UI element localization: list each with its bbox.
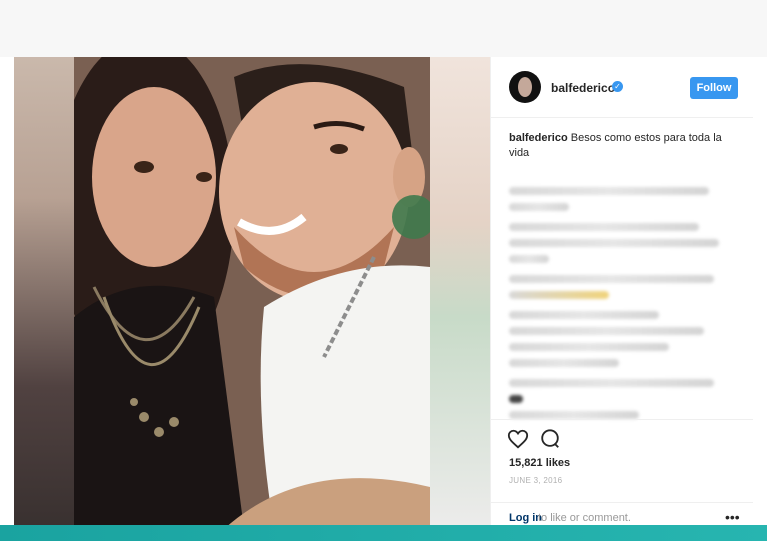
caption-username[interactable]: balfederico: [509, 132, 568, 144]
blurred-comment: [509, 239, 719, 247]
blurred-comment: [509, 411, 639, 419]
verified-badge-icon: ✓: [612, 81, 623, 92]
blurred-comment: [509, 291, 609, 299]
blurred-comment: [509, 223, 699, 231]
top-bar: [0, 0, 767, 57]
post-caption: balfederico Besos como estos para toda l…: [509, 131, 737, 161]
post-actions: 15,821 likes JUNE 3, 2016 Log in to like…: [491, 419, 754, 530]
blurred-comment: [509, 359, 619, 367]
login-prompt-text: to like or comment.: [538, 512, 631, 524]
bottom-accent-strip: [0, 525, 767, 541]
post-photo-area: [14, 57, 490, 529]
blurred-comment: [509, 275, 714, 283]
blurred-comment: [509, 327, 704, 335]
post-date: JUNE 3, 2016: [509, 476, 563, 485]
more-options-button[interactable]: •••: [725, 509, 740, 525]
avatar-face: [518, 77, 532, 97]
likes-count[interactable]: 15,821 likes: [509, 457, 570, 469]
blurred-right-edge: [430, 57, 490, 529]
right-gutter: [753, 57, 767, 525]
blurred-comments: [509, 183, 737, 419]
comment-icon[interactable]: [539, 428, 561, 450]
follow-button[interactable]: Follow: [690, 77, 738, 99]
post-details-panel: balfederico ✓ Follow balfederico Besos c…: [490, 57, 754, 529]
post-header: balfederico ✓ Follow: [491, 57, 754, 118]
blurred-comment: [509, 187, 709, 195]
photo-illustration: [74, 57, 430, 529]
blurred-comment: [509, 395, 523, 403]
username[interactable]: balfederico: [551, 81, 615, 95]
heart-icon[interactable]: [507, 428, 529, 450]
blurred-comment: [509, 379, 714, 387]
avatar[interactable]: [509, 71, 541, 103]
blurred-comment: [509, 311, 659, 319]
blurred-left-edge: [14, 57, 74, 529]
blurred-comment: [509, 255, 549, 263]
post-photo[interactable]: [74, 57, 430, 529]
blurred-comment: [509, 203, 569, 211]
blurred-comment: [509, 343, 669, 351]
